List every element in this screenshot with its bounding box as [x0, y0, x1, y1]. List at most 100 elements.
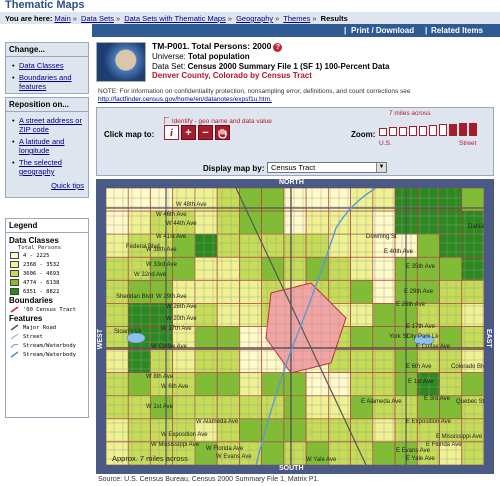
census-tract[interactable] [239, 349, 262, 374]
data-classes-link[interactable]: Data Classes [12, 61, 85, 70]
census-tract[interactable] [305, 372, 329, 397]
census-tract[interactable] [172, 418, 196, 443]
census-tract[interactable] [239, 233, 262, 258]
zoom-level-6[interactable] [429, 125, 437, 136]
zoom-level-10[interactable] [469, 122, 477, 136]
census-tract[interactable] [239, 372, 262, 397]
census-tract[interactable] [239, 418, 262, 443]
census-tract[interactable] [350, 349, 374, 374]
census-tract[interactable] [305, 418, 329, 443]
census-tract[interactable] [239, 256, 262, 281]
census-tract[interactable] [350, 326, 374, 350]
census-tract[interactable] [194, 395, 218, 420]
census-tract[interactable] [261, 441, 285, 465]
pan-hand-tool-button[interactable] [215, 125, 230, 140]
census-tract[interactable] [350, 441, 374, 465]
help-icon[interactable]: ? [273, 43, 283, 52]
census-tract[interactable] [216, 372, 240, 397]
census-tract[interactable] [283, 256, 307, 281]
census-tract[interactable] [194, 256, 218, 281]
census-tract[interactable] [216, 256, 240, 281]
census-tract[interactable] [439, 372, 463, 397]
map-canvas[interactable]: W 48th Ave W 46th Ave W 44th Ave W 41st Ave… [106, 188, 484, 465]
census-tract[interactable] [350, 256, 374, 281]
census-tract[interactable] [194, 279, 218, 304]
census-tract[interactable] [127, 349, 151, 374]
breadcrumb-thematic[interactable]: Data Sets with Thematic Maps [124, 14, 226, 23]
census-tract[interactable] [416, 210, 440, 235]
census-tract[interactable] [239, 395, 262, 420]
note-url-link[interactable]: http://factfinder.census.gov/home/en/dat… [98, 96, 272, 103]
census-tract[interactable] [172, 256, 196, 281]
pan-west-button[interactable]: WEST [97, 329, 104, 349]
census-tract[interactable] [194, 326, 218, 350]
census-tract[interactable] [283, 233, 307, 258]
pan-south-button[interactable]: SOUTH [279, 465, 304, 472]
census-tract[interactable] [106, 372, 129, 397]
quick-tips-link[interactable]: Quick tips [6, 181, 88, 193]
selected-geography-link[interactable]: The selected geography [12, 158, 85, 176]
census-tract[interactable] [283, 210, 307, 235]
census-tract[interactable] [283, 441, 307, 465]
census-tract[interactable] [216, 395, 240, 420]
census-tract[interactable] [194, 233, 218, 258]
census-tract[interactable] [194, 349, 218, 374]
census-tract[interactable] [106, 256, 129, 281]
zoom-level-8[interactable] [449, 123, 457, 136]
census-tract[interactable] [172, 349, 196, 374]
lat-long-link[interactable]: A latitude and longitude [12, 137, 85, 155]
census-tract[interactable] [350, 210, 374, 235]
census-tract[interactable] [439, 233, 463, 258]
census-tract[interactable] [216, 210, 240, 235]
street-address-link[interactable]: A street address or ZIP code [12, 116, 85, 134]
zoom-level-5[interactable] [419, 125, 427, 136]
zoom-level-1[interactable] [379, 128, 387, 136]
pan-east-button[interactable]: EAST [485, 329, 492, 348]
census-tract[interactable] [106, 349, 129, 374]
census-tract[interactable] [305, 233, 329, 258]
pan-north-button[interactable]: NORTH [279, 179, 304, 186]
census-tract[interactable] [172, 395, 196, 420]
census-tract[interactable] [150, 418, 174, 443]
census-tract[interactable] [150, 349, 174, 374]
breadcrumb-themes[interactable]: Themes [283, 14, 310, 23]
display-map-by-select[interactable]: Census Tract ▼ [267, 162, 387, 173]
census-tract[interactable] [305, 395, 329, 420]
census-tract[interactable] [127, 210, 151, 235]
census-tract[interactable] [283, 372, 307, 397]
census-tract[interactable] [106, 395, 129, 420]
census-tract[interactable] [439, 210, 463, 235]
census-tract[interactable] [261, 256, 285, 281]
print-download-link[interactable]: Print / Download [351, 26, 414, 35]
census-tract[interactable] [194, 372, 218, 397]
census-tract[interactable] [239, 326, 262, 350]
census-tract[interactable] [194, 210, 218, 235]
zoom-level-9[interactable] [459, 123, 467, 136]
census-tract[interactable] [283, 418, 307, 443]
census-tract[interactable] [106, 233, 129, 258]
boundaries-link[interactable]: Boundaries and features [12, 73, 85, 91]
census-tract[interactable] [350, 279, 374, 304]
census-tract[interactable] [439, 256, 463, 281]
census-tract[interactable] [216, 279, 240, 304]
breadcrumb-geography[interactable]: Geography [236, 14, 273, 23]
zoom-level-7[interactable] [439, 124, 447, 136]
thematic-map[interactable]: W 48th Ave W 46th Ave W 44th Ave W 41st Ave… [106, 188, 484, 465]
census-tract[interactable] [216, 349, 240, 374]
census-tract[interactable] [328, 256, 351, 281]
census-tract[interactable] [127, 418, 151, 443]
census-tract[interactable] [216, 233, 240, 258]
breadcrumb-main[interactable]: Main [54, 14, 70, 23]
census-tract[interactable] [416, 233, 440, 258]
census-tract[interactable] [239, 279, 262, 304]
census-tract[interactable] [216, 326, 240, 350]
census-tract[interactable] [261, 372, 285, 397]
zoom-out-tool-button[interactable]: − [198, 125, 213, 140]
census-tract[interactable] [328, 233, 351, 258]
census-tract[interactable] [261, 233, 285, 258]
zoom-level-3[interactable] [399, 126, 407, 136]
census-tract[interactable] [106, 210, 129, 235]
breadcrumb-data-sets[interactable]: Data Sets [81, 14, 114, 23]
census-tract[interactable] [239, 210, 262, 235]
identify-tool-button[interactable]: i [164, 125, 179, 140]
